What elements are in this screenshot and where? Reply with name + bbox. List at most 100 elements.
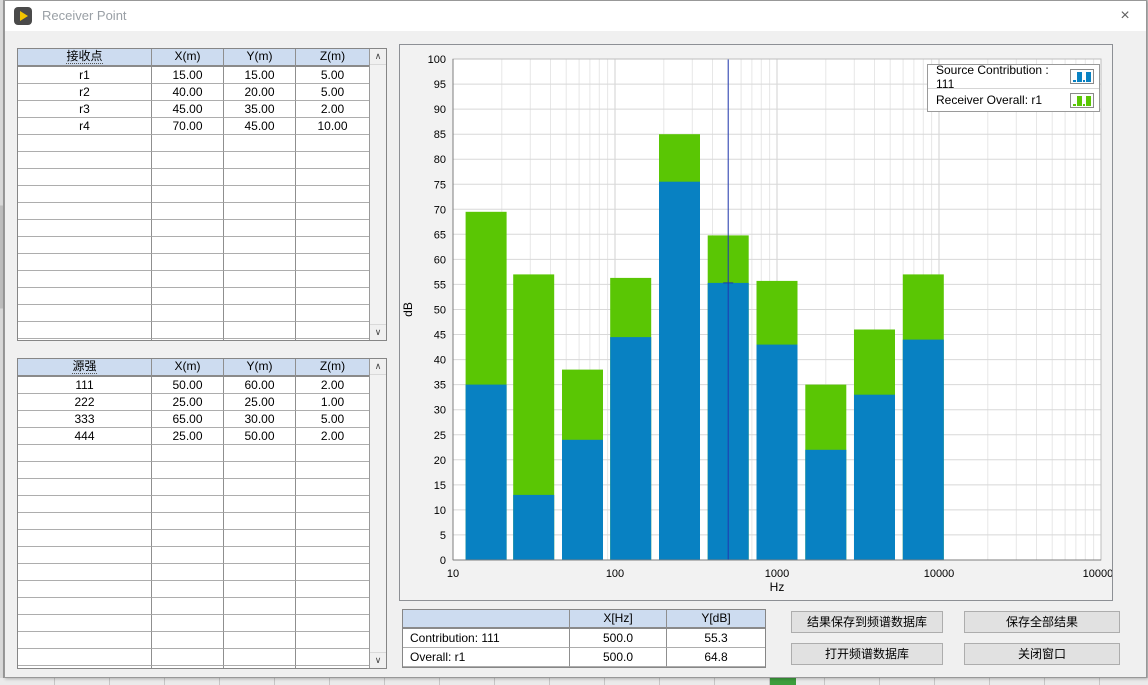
- table-cell[interactable]: [18, 220, 152, 237]
- table-cell[interactable]: 20.00: [224, 84, 296, 101]
- table-cell[interactable]: [152, 203, 224, 220]
- table-cell[interactable]: 35.00: [224, 101, 296, 118]
- table-cell[interactable]: 2.00: [296, 377, 369, 394]
- table-cell[interactable]: [152, 615, 224, 632]
- table-cell[interactable]: [224, 237, 296, 254]
- table-cell[interactable]: [18, 339, 152, 340]
- table-cell[interactable]: [296, 598, 369, 615]
- table-cell[interactable]: [224, 339, 296, 340]
- column-header[interactable]: Z(m): [296, 49, 369, 67]
- column-header[interactable]: Y[dB]: [667, 610, 765, 629]
- table-cell[interactable]: [296, 135, 369, 152]
- table-cell[interactable]: 111: [18, 377, 152, 394]
- table-cell[interactable]: [296, 581, 369, 598]
- table-cell[interactable]: [152, 237, 224, 254]
- table-cell[interactable]: 5.00: [296, 67, 369, 84]
- table-cell[interactable]: [18, 666, 152, 668]
- table-cell[interactable]: [18, 203, 152, 220]
- scroll-down-icon[interactable]: ∨: [370, 324, 386, 340]
- table-cell[interactable]: [18, 305, 152, 322]
- table-cell[interactable]: [296, 445, 369, 462]
- table-cell[interactable]: [152, 220, 224, 237]
- table-cell[interactable]: [18, 445, 152, 462]
- table-cell[interactable]: 30.00: [224, 411, 296, 428]
- table-cell[interactable]: [152, 322, 224, 339]
- table-cell[interactable]: [152, 339, 224, 340]
- table-cell[interactable]: [224, 513, 296, 530]
- table-cell[interactable]: [152, 598, 224, 615]
- table-cell[interactable]: [224, 649, 296, 666]
- table-cell[interactable]: [296, 564, 369, 581]
- table-cell[interactable]: [224, 135, 296, 152]
- table-cell[interactable]: [224, 186, 296, 203]
- column-header[interactable]: X(m): [152, 49, 224, 67]
- table-cell[interactable]: [224, 322, 296, 339]
- table-cell[interactable]: 25.00: [152, 428, 224, 445]
- open-spectrum-db-button[interactable]: 打开频谱数据库: [791, 643, 943, 665]
- table-cell[interactable]: 2.00: [296, 101, 369, 118]
- table-cell[interactable]: [152, 462, 224, 479]
- table-cell[interactable]: [18, 186, 152, 203]
- table-cell[interactable]: 65.00: [152, 411, 224, 428]
- table-cell[interactable]: [152, 564, 224, 581]
- table-cell[interactable]: [296, 513, 369, 530]
- table-cell[interactable]: [18, 649, 152, 666]
- table-cell[interactable]: 40.00: [152, 84, 224, 101]
- table-cell[interactable]: [224, 203, 296, 220]
- table-cell[interactable]: [296, 666, 369, 668]
- table-cell[interactable]: [296, 547, 369, 564]
- table-cell[interactable]: 444: [18, 428, 152, 445]
- table-cell[interactable]: [224, 615, 296, 632]
- source-table-scrollbar[interactable]: ∧ ∨: [369, 359, 386, 668]
- table-cell[interactable]: [296, 237, 369, 254]
- table-cell[interactable]: [18, 152, 152, 169]
- table-cell[interactable]: [224, 479, 296, 496]
- column-header[interactable]: 源强: [18, 359, 152, 377]
- table-cell[interactable]: [296, 462, 369, 479]
- table-cell[interactable]: [152, 496, 224, 513]
- table-cell[interactable]: 45.00: [224, 118, 296, 135]
- table-cell[interactable]: 15.00: [224, 67, 296, 84]
- table-cell[interactable]: [296, 254, 369, 271]
- table-cell[interactable]: [18, 135, 152, 152]
- table-cell[interactable]: [152, 254, 224, 271]
- table-cell[interactable]: [224, 152, 296, 169]
- table-cell[interactable]: [296, 615, 369, 632]
- column-header[interactable]: Y(m): [224, 49, 296, 67]
- table-cell[interactable]: [296, 288, 369, 305]
- table-cell[interactable]: [224, 445, 296, 462]
- table-cell[interactable]: [152, 666, 224, 668]
- table-cell[interactable]: [296, 169, 369, 186]
- table-cell[interactable]: 15.00: [152, 67, 224, 84]
- table-cell[interactable]: [152, 547, 224, 564]
- table-cell[interactable]: [152, 445, 224, 462]
- table-cell[interactable]: 5.00: [296, 84, 369, 101]
- table-cell[interactable]: 5.00: [296, 411, 369, 428]
- receiver-table-scrollbar[interactable]: ∧ ∨: [369, 49, 386, 340]
- table-cell[interactable]: 55.3: [667, 629, 765, 648]
- table-cell[interactable]: [224, 220, 296, 237]
- table-cell[interactable]: [296, 479, 369, 496]
- table-cell[interactable]: [18, 237, 152, 254]
- table-cell[interactable]: [224, 254, 296, 271]
- table-cell[interactable]: [152, 169, 224, 186]
- table-cell[interactable]: 10.00: [296, 118, 369, 135]
- table-cell[interactable]: [18, 254, 152, 271]
- table-cell[interactable]: r1: [18, 67, 152, 84]
- table-cell[interactable]: [18, 169, 152, 186]
- table-cell[interactable]: [224, 581, 296, 598]
- table-cell[interactable]: 333: [18, 411, 152, 428]
- table-cell[interactable]: [152, 581, 224, 598]
- table-cell[interactable]: r2: [18, 84, 152, 101]
- table-cell[interactable]: 50.00: [152, 377, 224, 394]
- table-cell[interactable]: [18, 462, 152, 479]
- table-cell[interactable]: [18, 598, 152, 615]
- scroll-up-icon[interactable]: ∧: [370, 49, 386, 65]
- table-cell[interactable]: [296, 322, 369, 339]
- column-header[interactable]: X[Hz]: [570, 610, 667, 629]
- table-cell[interactable]: [224, 666, 296, 668]
- close-window-button[interactable]: 关闭窗口: [964, 643, 1120, 665]
- table-cell[interactable]: [18, 271, 152, 288]
- table-cell[interactable]: [18, 288, 152, 305]
- table-cell[interactable]: [224, 564, 296, 581]
